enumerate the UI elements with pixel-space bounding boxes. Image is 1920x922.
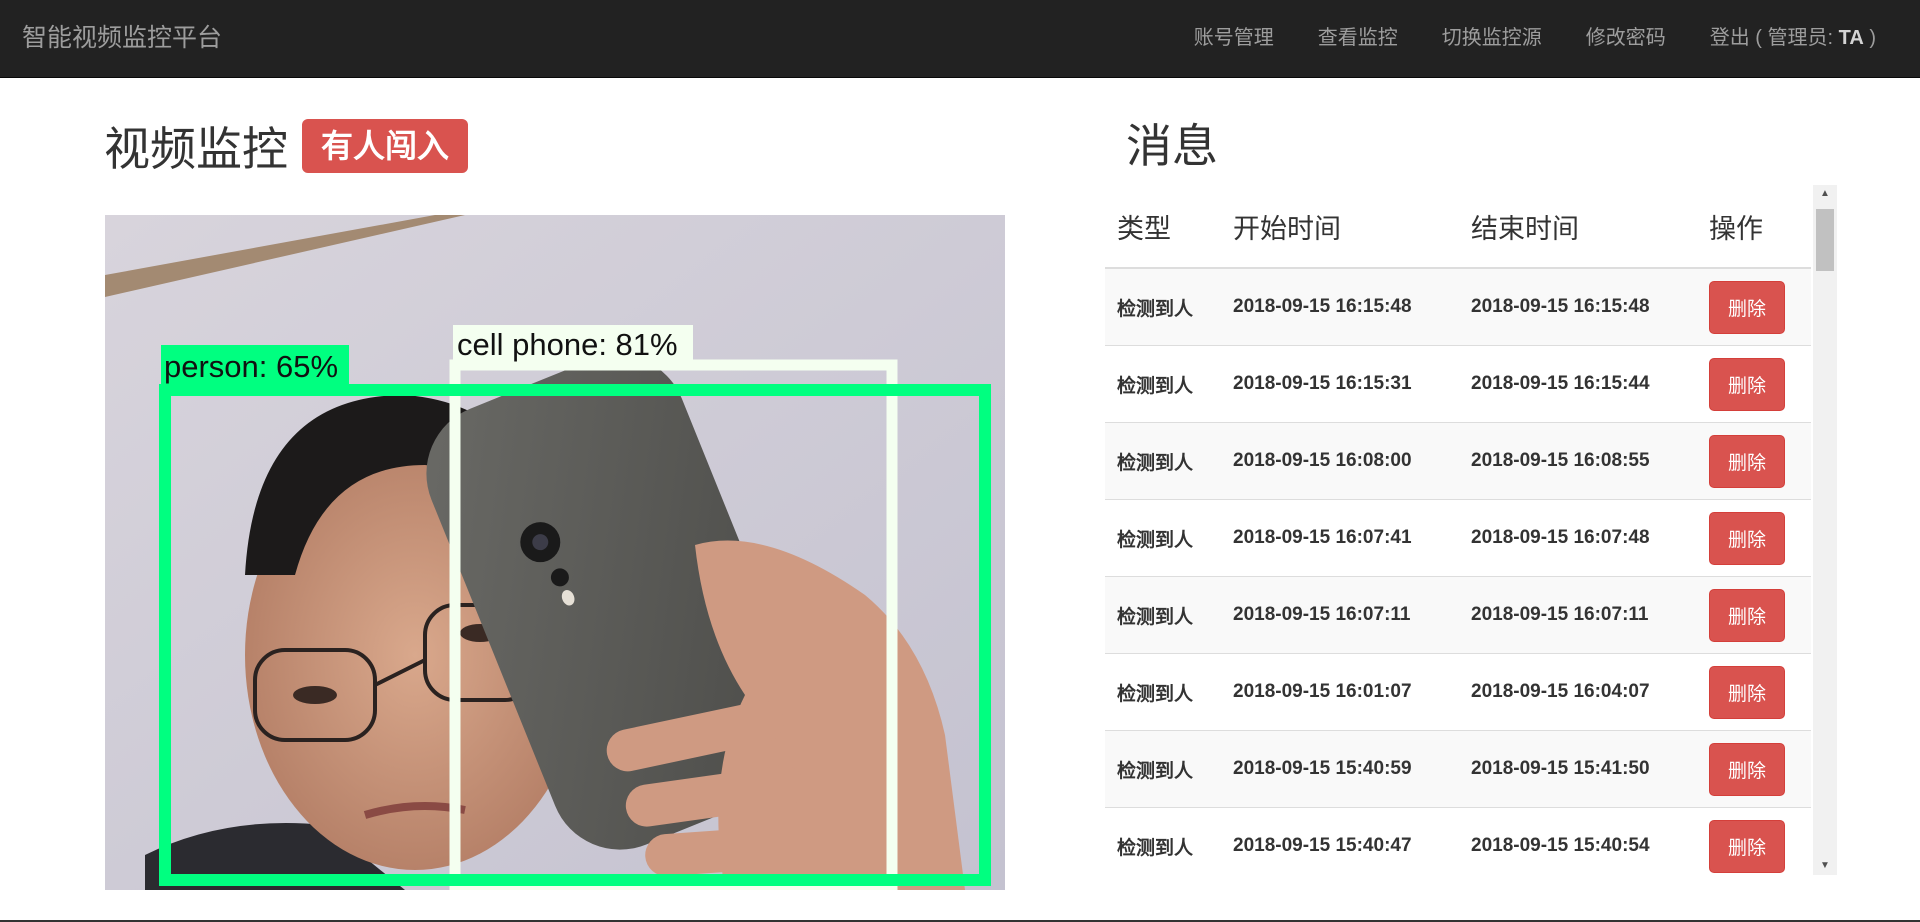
cell-action: 删除 [1697, 267, 1811, 346]
cell-action: 删除 [1697, 345, 1811, 423]
cell-type: 检测到人 [1105, 499, 1221, 577]
table-row: 检测到人 2018-09-15 15:40:47 2018-09-15 15:4… [1105, 807, 1811, 875]
delete-button[interactable]: 删除 [1709, 434, 1786, 488]
scroll-up-arrow-icon[interactable]: ▲ [1813, 185, 1837, 203]
logout-suffix: ) [1863, 27, 1876, 49]
delete-button[interactable]: 删除 [1709, 280, 1786, 334]
left-eye [293, 686, 337, 704]
delete-button[interactable]: 删除 [1709, 511, 1786, 565]
cell-end-time: 2018-09-15 15:40:54 [1459, 807, 1697, 875]
nav-view-monitor[interactable]: 查看监控 [1296, 0, 1420, 77]
cell-start-time: 2018-09-15 16:07:11 [1221, 576, 1459, 654]
cell-start-time: 2018-09-15 16:15:31 [1221, 345, 1459, 423]
cell-type: 检测到人 [1105, 653, 1221, 731]
cell-end-time: 2018-09-15 16:15:44 [1459, 345, 1697, 423]
video-frame: cell phone: 81% person: 65% [105, 215, 1005, 890]
cell-action: 删除 [1697, 730, 1811, 808]
cell-start-time: 2018-09-15 16:07:41 [1221, 499, 1459, 577]
delete-button[interactable]: 删除 [1709, 357, 1786, 411]
table-row: 检测到人 2018-09-15 16:07:41 2018-09-15 16:0… [1105, 499, 1811, 577]
delete-button[interactable]: 删除 [1709, 588, 1786, 642]
video-title: 视频监控 [104, 123, 288, 175]
cell-end-time: 2018-09-15 16:07:11 [1459, 576, 1697, 654]
messages-table-container[interactable]: 类型 开始时间 结束时间 操作 检测到人 2018-09-15 16:15:48… [1105, 185, 1837, 875]
cell-action: 删除 [1697, 422, 1811, 500]
cell-action: 删除 [1697, 499, 1811, 577]
cell-type: 检测到人 [1105, 807, 1221, 875]
table-row: 检测到人 2018-09-15 16:15:48 2018-09-15 16:1… [1105, 267, 1811, 346]
nav-change-password[interactable]: 修改密码 [1564, 0, 1688, 77]
logout-prefix: 登出 ( 管理员: [1709, 27, 1839, 49]
top-navbar: 智能视频监控平台 账号管理 查看监控 切换监控源 修改密码 登出 ( 管理员: … [0, 0, 1920, 78]
cell-action: 删除 [1697, 653, 1811, 731]
cell-phone-detection-label: cell phone: 81% [457, 327, 678, 362]
scroll-thumb[interactable] [1816, 209, 1834, 271]
messages-table: 类型 开始时间 结束时间 操作 检测到人 2018-09-15 16:15:48… [1105, 185, 1811, 875]
table-header-row: 类型 开始时间 结束时间 操作 [1105, 185, 1811, 269]
cell-type: 检测到人 [1105, 267, 1221, 346]
nav-links: 账号管理 查看监控 切换监控源 修改密码 登出 ( 管理员: TA ) [1172, 0, 1898, 77]
nav-account-management[interactable]: 账号管理 [1172, 0, 1296, 77]
person-detection-label: person: 65% [164, 349, 338, 384]
delete-button[interactable]: 删除 [1709, 819, 1786, 873]
cell-type: 检测到人 [1105, 730, 1221, 808]
cell-end-time: 2018-09-15 15:41:50 [1459, 730, 1697, 808]
table-row: 检测到人 2018-09-15 16:01:07 2018-09-15 16:0… [1105, 653, 1811, 731]
table-row: 检测到人 2018-09-15 16:08:00 2018-09-15 16:0… [1105, 422, 1811, 500]
cell-type: 检测到人 [1105, 576, 1221, 654]
cell-type: 检测到人 [1105, 345, 1221, 423]
delete-button[interactable]: 删除 [1709, 665, 1786, 719]
column-header-action: 操作 [1697, 185, 1811, 269]
messages-title: 消息 [1126, 120, 1218, 172]
cell-start-time: 2018-09-15 16:15:48 [1221, 267, 1459, 346]
cell-action: 删除 [1697, 807, 1811, 875]
intrusion-alert-badge: 有人闯入 [302, 119, 469, 173]
cell-start-time: 2018-09-15 16:01:07 [1221, 653, 1459, 731]
cell-end-time: 2018-09-15 16:04:07 [1459, 653, 1697, 731]
cell-action: 删除 [1697, 576, 1811, 654]
column-header-type: 类型 [1105, 185, 1221, 269]
table-row: 检测到人 2018-09-15 15:40:59 2018-09-15 15:4… [1105, 730, 1811, 808]
messages-scrollbar[interactable]: ▲ ▼ [1813, 185, 1837, 875]
cell-start-time: 2018-09-15 16:08:00 [1221, 422, 1459, 500]
cell-start-time: 2018-09-15 15:40:47 [1221, 807, 1459, 875]
cell-end-time: 2018-09-15 16:15:48 [1459, 267, 1697, 346]
logout-username: TA [1838, 27, 1864, 49]
scroll-down-arrow-icon[interactable]: ▼ [1813, 857, 1837, 875]
nav-switch-source[interactable]: 切换监控源 [1420, 0, 1564, 77]
cell-end-time: 2018-09-15 16:07:48 [1459, 499, 1697, 577]
cell-start-time: 2018-09-15 15:40:59 [1221, 730, 1459, 808]
cell-type: 检测到人 [1105, 422, 1221, 500]
brand-title[interactable]: 智能视频监控平台 [22, 0, 222, 77]
table-row: 检测到人 2018-09-15 16:15:31 2018-09-15 16:1… [1105, 345, 1811, 423]
delete-button[interactable]: 删除 [1709, 742, 1786, 796]
column-header-start-time: 开始时间 [1221, 185, 1459, 269]
nav-logout[interactable]: 登出 ( 管理员: TA ) [1688, 0, 1898, 77]
video-feed: cell phone: 81% person: 65% [105, 215, 1005, 890]
column-header-end-time: 结束时间 [1459, 185, 1697, 269]
cell-end-time: 2018-09-15 16:08:55 [1459, 422, 1697, 500]
table-row: 检测到人 2018-09-15 16:07:11 2018-09-15 16:0… [1105, 576, 1811, 654]
video-header: 视频监控 有人闯入 [104, 115, 469, 177]
